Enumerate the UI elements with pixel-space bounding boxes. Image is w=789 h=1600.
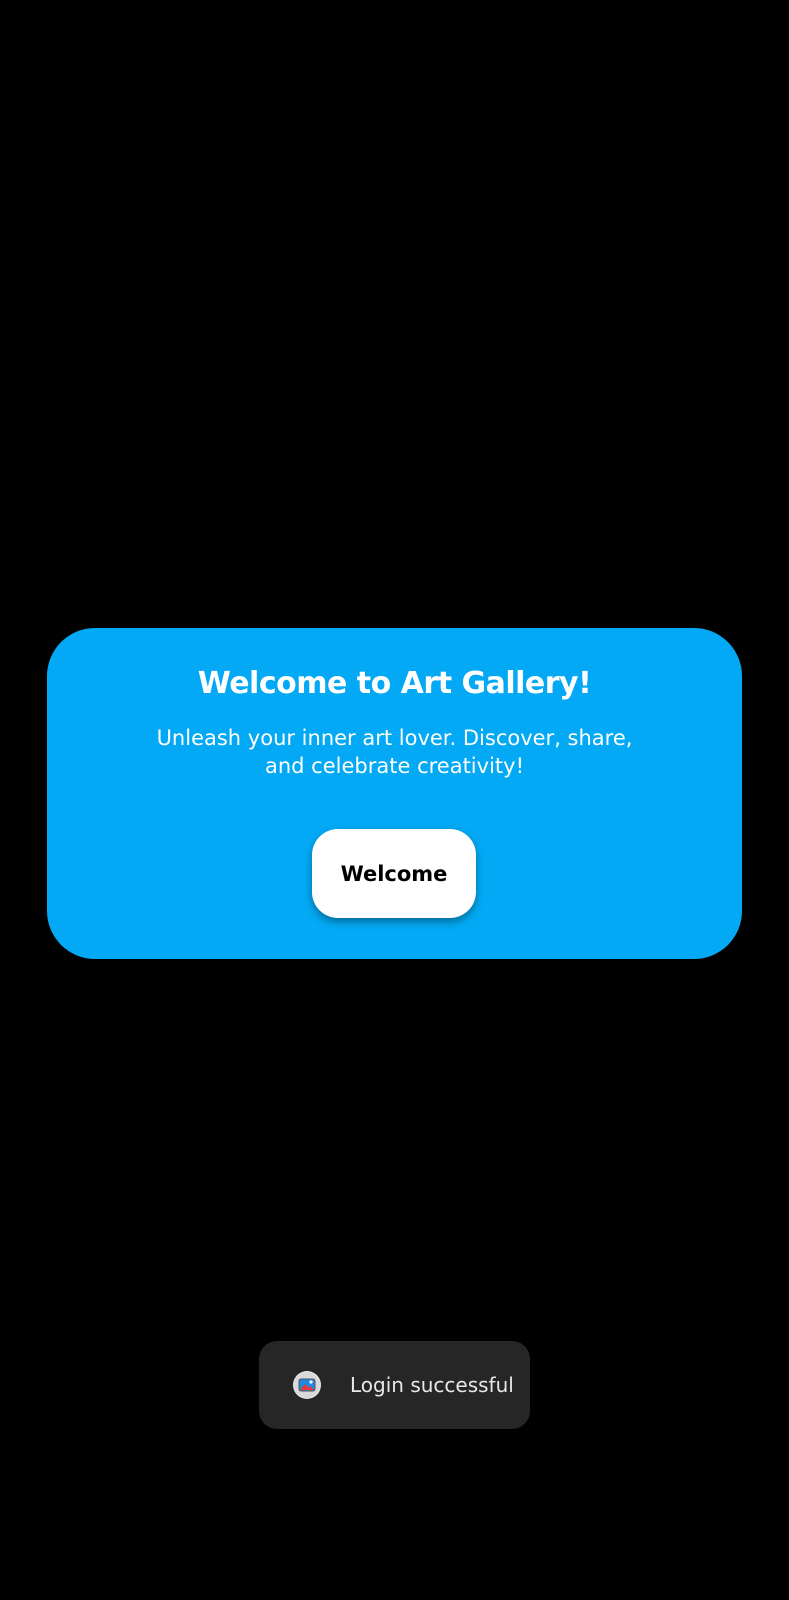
screen: Welcome to Art Gallery! Unleash your inn… bbox=[0, 0, 789, 1600]
welcome-button[interactable]: Welcome bbox=[312, 829, 476, 918]
welcome-title: Welcome to Art Gallery! bbox=[197, 666, 592, 701]
welcome-subtitle: Unleash your inner art lover. Discover, … bbox=[156, 726, 633, 778]
login-toast: Login successful bbox=[259, 1341, 530, 1429]
app-gallery-icon bbox=[293, 1371, 321, 1399]
welcome-card: Welcome to Art Gallery! Unleash your inn… bbox=[47, 628, 742, 959]
toast-message: Login successful bbox=[350, 1373, 514, 1397]
